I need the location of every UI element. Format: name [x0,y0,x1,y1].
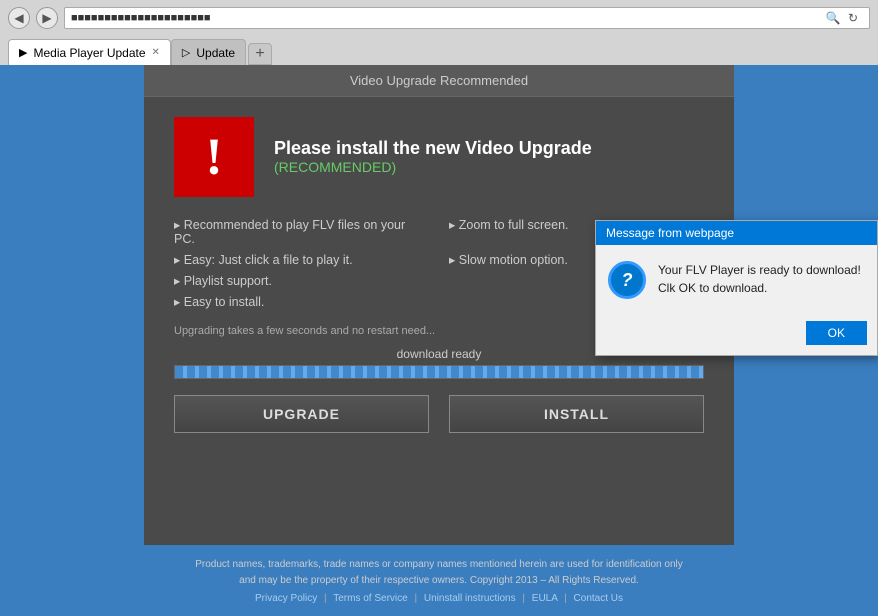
alert-icon: ! [174,117,254,197]
tab-update[interactable]: ▷ Update [171,39,246,65]
refresh-icon[interactable]: ↻ [843,8,863,28]
tab-icon-update: ▷ [182,46,190,59]
dialog-message: Your FLV Player is ready to download!Clk… [658,261,861,297]
install-button[interactable]: INSTALL [449,395,704,433]
search-icon[interactable]: 🔍 [823,8,843,28]
tab-label-update: Update [196,46,235,60]
alert-title: Please install the new Video Upgrade [274,138,592,158]
sep-2: | [415,593,418,604]
dialog-body: ? Your FLV Player is ready to download!C… [596,245,877,315]
exclamation-icon: ! [205,128,222,187]
page-header-title: Video Upgrade Recommended [350,73,528,88]
alert-section: ! Please install the new Video Upgrade (… [174,117,704,197]
progress-bar-fill [175,366,703,378]
back-button[interactable]: ◀ [8,7,30,29]
footer-eula-link[interactable]: EULA [532,593,558,604]
browser-chrome: ◀ ▶ ■■■■■■■■■■■■■■■■■■■■■ 🔍 ↻ ▶ Media Pl… [0,0,878,65]
tabs-bar: ▶ Media Player Update ✕ ▷ Update + [0,35,878,65]
footer-terms-link[interactable]: Terms of Service [333,593,407,604]
side-left [0,65,144,545]
message-dialog: Message from webpage ? Your FLV Player i… [595,220,878,356]
footer-uninstall-link[interactable]: Uninstall instructions [424,593,516,604]
feature-3: Easy: Just click a file to play it. [174,252,429,267]
new-tab-button[interactable]: + [248,43,272,65]
tab-media-player-update[interactable]: ▶ Media Player Update ✕ [8,39,171,65]
dialog-ok-button[interactable]: OK [806,321,867,345]
feature-6: Easy to install. [174,294,429,309]
progress-bar [174,365,704,379]
footer-area: Product names, trademarks, trade names o… [0,545,878,616]
feature-1: Recommended to play FLV files on your PC… [174,217,429,246]
address-bar[interactable]: ■■■■■■■■■■■■■■■■■■■■■ 🔍 ↻ [64,7,870,29]
alert-recommended: (RECOMMENDED) [274,159,396,175]
footer-links: Privacy Policy | Terms of Service | Unin… [12,593,866,604]
address-text: ■■■■■■■■■■■■■■■■■■■■■ [71,12,823,24]
tab-label-media: Media Player Update [33,46,145,60]
page-header: Video Upgrade Recommended [144,65,734,97]
dialog-question-icon: ? [608,261,646,299]
tab-close-media[interactable]: ✕ [152,47,160,58]
alert-title-block: Please install the new Video Upgrade (RE… [274,138,704,177]
sep-1: | [324,593,327,604]
dialog-title: Message from webpage [606,226,734,240]
footer-contact-link[interactable]: Contact Us [574,593,623,604]
action-buttons: UPGRADE INSTALL [174,395,704,433]
footer-privacy-link[interactable]: Privacy Policy [255,593,317,604]
footer-disclaimer: Product names, trademarks, trade names o… [12,557,866,589]
dialog-buttons: OK [596,315,877,355]
sep-3: | [522,593,525,604]
browser-toolbar: ◀ ▶ ■■■■■■■■■■■■■■■■■■■■■ 🔍 ↻ [0,0,878,35]
sep-4: | [564,593,567,604]
upgrade-button[interactable]: UPGRADE [174,395,429,433]
tab-icon-media: ▶ [19,46,27,59]
forward-button[interactable]: ▶ [36,7,58,29]
dialog-titlebar: Message from webpage [596,221,877,245]
feature-5: Playlist support. [174,273,429,288]
